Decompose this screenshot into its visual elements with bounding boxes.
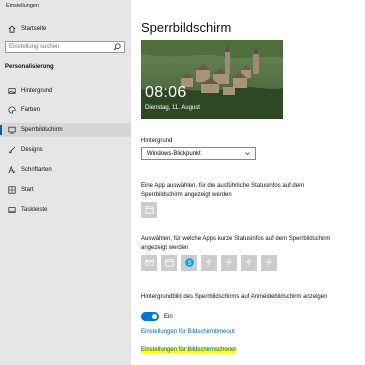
background-dropdown[interactable]: Windows-Blickpunkt bbox=[141, 147, 256, 160]
plus-icon bbox=[205, 258, 213, 268]
svg-text:A: A bbox=[13, 170, 16, 174]
quick-status-tile-add-4[interactable] bbox=[261, 255, 277, 271]
quick-status-tile-calendar[interactable] bbox=[161, 255, 177, 271]
signin-background-label: Hintergrundbild des Sperrbildschirms auf… bbox=[141, 294, 328, 300]
toggle-knob bbox=[152, 314, 157, 319]
svg-text:S: S bbox=[187, 260, 191, 266]
font-icon: A bbox=[5, 166, 19, 174]
plus-icon bbox=[265, 258, 273, 268]
quick-status-label: Auswählen, für welche Apps kurze Statusi… bbox=[141, 236, 331, 251]
brush-icon bbox=[5, 146, 19, 154]
detailed-status-app-tile[interactable] bbox=[141, 202, 157, 218]
sidebar-item-label: Schriftarten bbox=[21, 167, 52, 173]
plus-icon bbox=[225, 258, 233, 268]
lockscreen-clock: 08:06 bbox=[145, 84, 187, 101]
background-label: Hintergrund bbox=[141, 138, 173, 144]
search-input[interactable]: Einstellung suchen bbox=[5, 41, 125, 53]
quick-status-tile-skype[interactable]: S bbox=[181, 255, 197, 271]
sidebar-item-label: Start bbox=[21, 187, 34, 193]
sidebar-item-label: Hintergrund bbox=[21, 88, 53, 94]
sidebar-item-taskleiste[interactable]: Taskleiste bbox=[0, 203, 131, 217]
start-icon bbox=[5, 186, 19, 194]
section-title: Personalisierung bbox=[5, 64, 54, 70]
sidebar-item-farben[interactable]: Farben bbox=[0, 103, 131, 117]
quick-status-tile-add-1[interactable] bbox=[201, 255, 217, 271]
calendar-icon bbox=[164, 258, 174, 269]
sidebar-home-label: Startseite bbox=[21, 26, 47, 32]
window-title: Einstellungen bbox=[6, 3, 40, 9]
screensaver-link[interactable]: Einstellungen für Bildschirmschoner bbox=[141, 347, 237, 353]
search-placeholder: Einstellung suchen bbox=[9, 44, 60, 50]
picture-icon bbox=[5, 87, 19, 95]
skype-icon: S bbox=[184, 257, 195, 270]
plus-icon bbox=[245, 258, 253, 268]
home-icon bbox=[5, 25, 19, 33]
page-title: Sperrbildschirm bbox=[141, 20, 232, 35]
quick-status-tile-mail[interactable] bbox=[141, 255, 157, 271]
sidebar: Einstellungen Startseite Einstellung suc… bbox=[0, 0, 131, 365]
sidebar-item-hintergrund[interactable]: Hintergrund bbox=[0, 84, 131, 98]
mail-icon bbox=[144, 258, 154, 269]
sidebar-item-home[interactable]: Startseite bbox=[0, 22, 131, 36]
toggle-state-label: Ein bbox=[164, 314, 173, 320]
sidebar-item-sperrbildschirm[interactable]: Sperrbildschirm bbox=[0, 123, 131, 137]
sidebar-item-label: Designs bbox=[21, 147, 43, 153]
background-dropdown-value: Windows-Blickpunkt bbox=[147, 150, 201, 157]
palette-icon bbox=[5, 106, 19, 114]
signin-background-toggle[interactable] bbox=[141, 312, 159, 321]
taskbar-icon bbox=[5, 206, 19, 214]
sidebar-item-label: Taskleiste bbox=[21, 207, 48, 213]
lockscreen-date: Dienstag, 11. August bbox=[145, 105, 200, 111]
sidebar-item-label: Sperrbildschirm bbox=[21, 127, 63, 133]
detailed-status-label: Eine App auswählen, für die ausführliche… bbox=[141, 183, 305, 198]
quick-status-tile-add-3[interactable] bbox=[241, 255, 257, 271]
screen-timeout-link[interactable]: Einstellungen für Bildschirmtimeout bbox=[141, 329, 235, 335]
lockscreen-icon bbox=[5, 126, 19, 134]
calendar-icon bbox=[144, 205, 154, 216]
sidebar-item-schriftarten[interactable]: A Schriftarten bbox=[0, 163, 131, 177]
sidebar-item-designs[interactable]: Designs bbox=[0, 143, 131, 157]
lockscreen-preview: 08:06 Dienstag, 11. August bbox=[141, 40, 283, 119]
chevron-down-icon bbox=[244, 150, 251, 159]
sidebar-item-start[interactable]: Start bbox=[0, 183, 131, 197]
quick-status-tile-add-2[interactable] bbox=[221, 255, 237, 271]
search-icon[interactable] bbox=[113, 43, 121, 53]
sidebar-item-label: Farben bbox=[21, 107, 41, 113]
